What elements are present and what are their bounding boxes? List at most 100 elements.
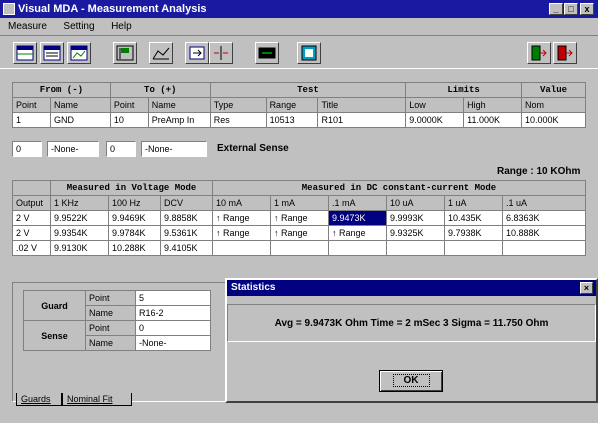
test-definition-table: From (-) To (+) Test Limits Value Point … bbox=[12, 82, 586, 128]
table-cell[interactable]: 1 bbox=[12, 112, 51, 128]
menu-measure[interactable]: Measure bbox=[8, 21, 47, 32]
table-cell[interactable]: ↑ Range bbox=[270, 210, 329, 226]
col-header: 10 mA bbox=[212, 195, 271, 211]
table-cell[interactable]: 2 V bbox=[12, 210, 51, 226]
limits-header: Limits bbox=[405, 82, 523, 98]
grid-icon[interactable] bbox=[13, 42, 37, 64]
table-cell[interactable]: 2 V bbox=[12, 225, 51, 241]
table-cell[interactable]: .02 V bbox=[12, 240, 51, 256]
col-header: 1 uA bbox=[444, 195, 503, 211]
ok-label: OK bbox=[392, 374, 430, 387]
sense-to-name[interactable]: -None- bbox=[141, 141, 207, 157]
table-cell[interactable] bbox=[386, 240, 445, 256]
sense-to-point[interactable]: 0 bbox=[106, 141, 136, 157]
table-cell[interactable] bbox=[502, 240, 586, 256]
value-header: Value bbox=[521, 82, 586, 98]
col-header: .1 mA bbox=[328, 195, 387, 211]
range-label: Range : 10 KOhm bbox=[497, 166, 581, 177]
table-cell[interactable]: 10.888K bbox=[502, 225, 586, 241]
dialog-close-icon[interactable]: × bbox=[580, 282, 593, 294]
table-cell[interactable]: ↑ Range bbox=[328, 225, 387, 241]
sense-from-point[interactable]: 0 bbox=[12, 141, 42, 157]
table-cell[interactable]: 10 bbox=[109, 112, 149, 128]
table-cell[interactable]: 9.9354K bbox=[50, 225, 109, 241]
table-cell[interactable]: 9.5361K bbox=[160, 225, 213, 241]
table-cell[interactable]: ↑ Range bbox=[270, 225, 329, 241]
table-cell[interactable] bbox=[270, 240, 329, 256]
window-title: Visual MDA - Measurement Analysis bbox=[18, 3, 207, 15]
table-row[interactable]: 1 GND 10 PreAmp In Res 10513 R101 9.0000… bbox=[12, 112, 586, 128]
statistics-dialog: Statistics × Avg = 9.9473K Ohm Time = 2 … bbox=[225, 278, 598, 403]
maximize-button[interactable]: □ bbox=[564, 3, 578, 15]
split-icon[interactable] bbox=[209, 42, 233, 64]
test-header: Test bbox=[209, 82, 407, 98]
guard-name-value[interactable]: R16-2 bbox=[135, 305, 211, 321]
from-header: From (-) bbox=[12, 82, 111, 98]
table-cell[interactable]: ↑ Range bbox=[212, 225, 271, 241]
sense-name-value[interactable]: -None- bbox=[135, 335, 211, 351]
table-cell[interactable]: ↑ Range bbox=[212, 210, 271, 226]
table-cell[interactable]: 9.9784K bbox=[108, 225, 161, 241]
move-icon[interactable] bbox=[185, 42, 209, 64]
table-cell[interactable]: 6.8363K bbox=[502, 210, 586, 226]
list-icon[interactable] bbox=[40, 42, 64, 64]
table-cell[interactable]: 10.000K bbox=[521, 112, 586, 128]
col-header: Low bbox=[405, 97, 465, 113]
col-header: 1 KHz bbox=[50, 195, 109, 211]
table-cell[interactable]: 9.9130K bbox=[50, 240, 109, 256]
table-cell[interactable]: 11.000K bbox=[463, 112, 523, 128]
col-header: Name bbox=[49, 97, 111, 113]
chart-icon[interactable] bbox=[67, 42, 91, 64]
table-cell[interactable] bbox=[328, 240, 387, 256]
menu-bar: Measure Setting Help bbox=[0, 18, 598, 34]
table-cell[interactable]: 9.7938K bbox=[444, 225, 503, 241]
ok-button[interactable]: OK bbox=[379, 370, 443, 392]
guard-point-value[interactable]: 5 bbox=[135, 290, 211, 306]
table-cell[interactable]: 9.9325K bbox=[386, 225, 445, 241]
table-cell[interactable]: 9.8858K bbox=[160, 210, 213, 226]
col-header: DCV bbox=[160, 195, 213, 211]
table-cell[interactable]: 9.9522K bbox=[50, 210, 109, 226]
table-cell[interactable] bbox=[444, 240, 503, 256]
minimize-button[interactable]: _ bbox=[549, 3, 563, 15]
col-header: 1 mA bbox=[270, 195, 329, 211]
close-button[interactable]: x bbox=[580, 3, 594, 15]
table-cell[interactable]: 9.0000K bbox=[405, 112, 465, 128]
display-icon[interactable] bbox=[255, 42, 279, 64]
table-cell[interactable]: 10.435K bbox=[444, 210, 503, 226]
app-icon bbox=[3, 3, 15, 15]
table-row[interactable]: .02 V 9.9130K 10.288K 9.4105K bbox=[12, 240, 586, 256]
table-cell[interactable]: 10513 bbox=[265, 112, 319, 128]
table-cell[interactable]: Res bbox=[209, 112, 267, 128]
graph-icon[interactable] bbox=[149, 42, 173, 64]
col-header: Range bbox=[265, 97, 319, 113]
col-header: Point bbox=[109, 97, 149, 113]
table-cell[interactable]: 9.4105K bbox=[160, 240, 213, 256]
current-mode-header: Measured in DC constant-current Mode bbox=[212, 180, 586, 196]
table-cell[interactable]: R101 bbox=[317, 112, 407, 128]
exit2-icon[interactable] bbox=[553, 42, 577, 64]
col-header: High bbox=[463, 97, 523, 113]
table-row[interactable]: 2 V 9.9354K 9.9784K 9.5361K ↑ Range ↑ Ra… bbox=[12, 225, 586, 241]
point-label: Point bbox=[85, 320, 136, 336]
point-label: Point bbox=[85, 290, 136, 306]
menu-setting[interactable]: Setting bbox=[63, 21, 94, 32]
menu-help[interactable]: Help bbox=[111, 21, 132, 32]
table-cell[interactable]: PreAmp In bbox=[147, 112, 211, 128]
tab-guards[interactable]: Guards bbox=[16, 393, 62, 406]
table-cell[interactable]: 9.9469K bbox=[108, 210, 161, 226]
sense-from-name[interactable]: -None- bbox=[47, 141, 99, 157]
selected-cell[interactable]: 9.9473K bbox=[328, 210, 387, 226]
table-cell[interactable]: 9.9993K bbox=[386, 210, 445, 226]
col-header: .1 uA bbox=[502, 195, 586, 211]
screen-icon[interactable] bbox=[297, 42, 321, 64]
col-header: 100 Hz bbox=[108, 195, 161, 211]
exit-icon[interactable] bbox=[527, 42, 551, 64]
tab-nominal-fit[interactable]: Nominal Fit bbox=[62, 393, 132, 406]
table-row[interactable]: 2 V 9.9522K 9.9469K 9.8858K ↑ Range ↑ Ra… bbox=[12, 210, 586, 226]
flag-icon[interactable] bbox=[113, 42, 137, 64]
sense-point-value[interactable]: 0 bbox=[135, 320, 211, 336]
table-cell[interactable]: 10.288K bbox=[108, 240, 161, 256]
table-cell[interactable] bbox=[212, 240, 271, 256]
table-cell[interactable]: GND bbox=[49, 112, 111, 128]
